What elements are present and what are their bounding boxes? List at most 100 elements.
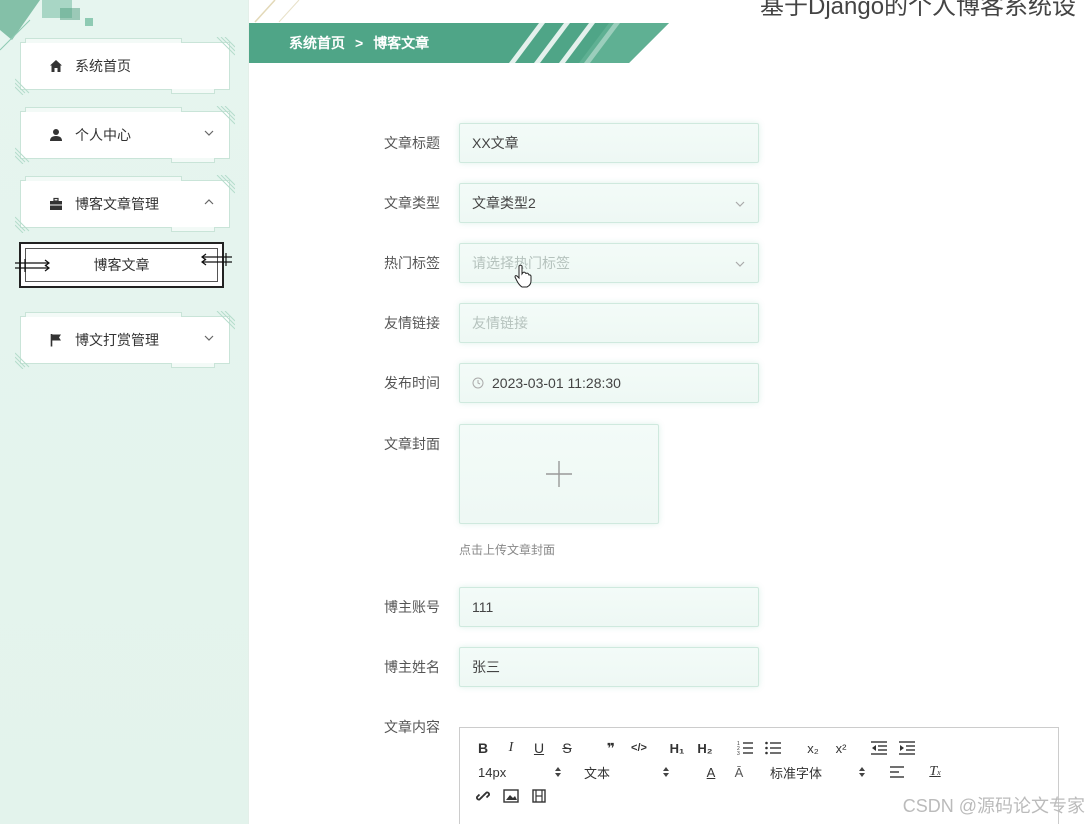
hatch-decoration [216, 37, 235, 56]
account-label: 博主账号 [384, 599, 440, 615]
page-header-title: 基于Django的个人博客系统设 [760, 0, 1077, 20]
hatch-decoration [15, 216, 30, 233]
publish-time-label: 发布时间 [384, 375, 440, 391]
form-row-title: 文章标题 [360, 123, 450, 163]
arrow-right-icon [15, 259, 50, 272]
font-size-select[interactable]: 14px [478, 765, 568, 780]
sidebar-subitem-label: 博客文章 [93, 257, 150, 273]
chevron-down-icon [735, 261, 745, 267]
name-label: 博主姓名 [384, 659, 440, 675]
subscript-icon[interactable]: x₂ [802, 738, 824, 758]
underline-icon[interactable]: U [528, 738, 550, 758]
font-family-select[interactable]: 标准字体 [770, 763, 870, 782]
chevron-down-icon [204, 130, 214, 136]
form-row-links: 友情链接 [360, 303, 450, 343]
tags-label: 热门标签 [384, 255, 440, 271]
sidebar-item-home[interactable]: 系统首页 [15, 37, 235, 95]
type-select[interactable]: 文章类型2 [459, 183, 759, 223]
video-icon[interactable] [528, 786, 550, 806]
type-select-value: 文章类型2 [472, 195, 536, 211]
form-row-content: 文章内容 [360, 707, 450, 747]
editor-toolbar-row-1: B I U S ❞ </> H₁ H₂ 123 x₂ x² [472, 738, 924, 758]
flag-icon [47, 331, 65, 349]
chevron-up-icon [204, 199, 214, 205]
hatch-decoration [216, 106, 235, 125]
updown-icon [859, 767, 865, 777]
updown-icon [555, 767, 561, 777]
breadcrumb-separator: > [355, 35, 364, 51]
hatch-decoration [15, 78, 30, 95]
publish-time-value: 2023-03-01 11:28:30 [492, 375, 621, 391]
content-label: 文章内容 [384, 719, 440, 735]
strikethrough-icon[interactable]: S [556, 738, 578, 758]
tags-select[interactable]: 请选择热门标签 [459, 243, 759, 283]
hand-cursor-icon [514, 264, 532, 288]
sidebar-item-label: 系统首页 [75, 58, 131, 74]
hatch-decoration [15, 147, 30, 164]
user-icon [47, 126, 65, 144]
type-label: 文章类型 [384, 195, 440, 211]
links-label: 友情链接 [384, 315, 440, 331]
superscript-icon[interactable]: x² [830, 738, 852, 758]
home-icon [47, 57, 65, 75]
breadcrumb-home-link[interactable]: 系统首页 [289, 33, 345, 53]
background-color-icon[interactable]: Ā [728, 762, 750, 782]
sidebar-item-personal-center[interactable]: 个人中心 [15, 106, 235, 164]
clear-format-icon[interactable]: Tx [924, 762, 946, 782]
code-block-icon[interactable]: </> [628, 738, 650, 758]
title-label: 文章标题 [384, 135, 440, 151]
bold-icon[interactable]: B [472, 738, 494, 758]
hatch-decoration [15, 352, 30, 369]
form-row-publish-time: 发布时间 [360, 363, 450, 403]
publish-time-picker[interactable]: 2023-03-01 11:28:30 [459, 363, 759, 403]
form-row-name: 博主姓名 [360, 647, 450, 687]
blockquote-icon[interactable]: ❞ [600, 738, 622, 758]
chevron-down-icon [735, 201, 745, 207]
plus-icon [546, 461, 572, 487]
align-icon[interactable] [886, 762, 908, 782]
sidebar: 系统首页 个人中心 博客文章管理 博客文章 博文打赏管理 [0, 0, 249, 824]
hatch-decoration [216, 175, 235, 194]
cover-label: 文章封面 [384, 436, 440, 452]
title-input[interactable]: XX文章 [459, 123, 759, 163]
form-row-tags: 热门标签 [360, 243, 450, 283]
svg-text:3: 3 [737, 751, 740, 755]
form-row-cover: 文章封面 [360, 424, 450, 464]
heading-value: 文本 [584, 765, 611, 781]
sidebar-item-label: 博客文章管理 [75, 196, 159, 212]
account-input[interactable]: 111 [459, 587, 759, 627]
indent-icon[interactable] [896, 738, 918, 758]
hatch-decoration [216, 311, 235, 330]
heading-2-icon[interactable]: H₂ [694, 738, 716, 758]
heading-select[interactable]: 文本 [584, 763, 674, 782]
image-icon[interactable] [500, 786, 522, 806]
font-size-value: 14px [478, 764, 507, 780]
cover-upload-hint: 点击上传文章封面 [459, 543, 556, 557]
outdent-icon[interactable] [868, 738, 890, 758]
form-row-type: 文章类型 [360, 183, 450, 223]
bullet-list-icon[interactable] [762, 738, 784, 758]
cover-upload[interactable] [459, 424, 659, 524]
links-input[interactable]: 友情链接 [459, 303, 759, 343]
heading-1-icon[interactable]: H₁ [666, 738, 688, 758]
chevron-down-icon [204, 335, 214, 341]
updown-icon [663, 767, 669, 777]
link-icon[interactable] [472, 786, 494, 806]
form-row-account: 博主账号 [360, 587, 450, 627]
sidebar-subitem-blog-article[interactable]: 博客文章 [15, 242, 232, 288]
breadcrumb-current: 博客文章 [373, 35, 430, 51]
sidebar-item-reward-management[interactable]: 博文打赏管理 [15, 311, 235, 369]
clock-icon [472, 377, 484, 389]
name-input[interactable]: 张三 [459, 647, 759, 687]
font-family-value: 标准字体 [770, 765, 823, 781]
ordered-list-icon[interactable]: 123 [734, 738, 756, 758]
sidebar-item-blog-article-management[interactable]: 博客文章管理 [15, 175, 235, 233]
sidebar-item-label: 个人中心 [75, 127, 131, 143]
editor-toolbar-row-3 [472, 786, 556, 806]
watermark: CSDN @源码论文专家 [902, 796, 1085, 816]
sidebar-item-label: 博文打赏管理 [75, 332, 159, 348]
breadcrumb: 系统首页 > 博客文章 [249, 23, 669, 63]
font-color-icon[interactable]: A [700, 762, 722, 782]
italic-icon[interactable]: I [500, 738, 522, 758]
editor-toolbar-row-2: 14px 文本 A Ā 标准字体 Tx [472, 762, 952, 782]
